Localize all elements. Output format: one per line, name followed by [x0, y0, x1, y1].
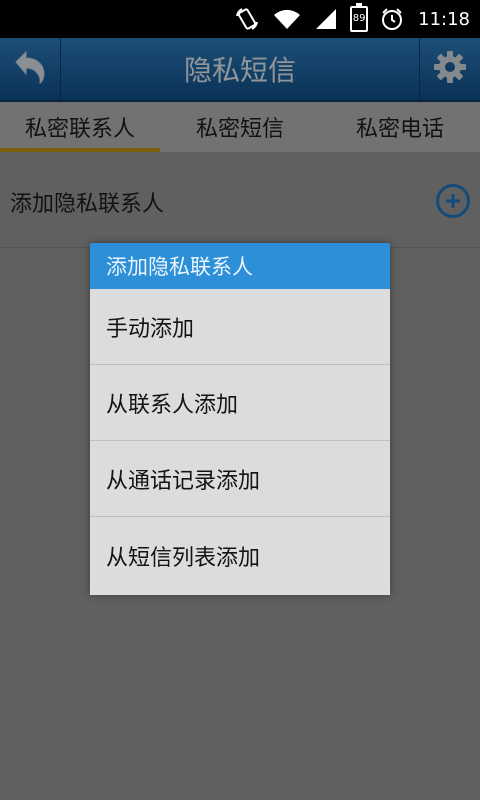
dialog-item-from-contacts[interactable]: 从联系人添加	[90, 365, 390, 441]
signal-icon	[314, 7, 338, 31]
status-bar: 89 11:18	[0, 0, 480, 38]
dialog-item-from-sms-list[interactable]: 从短信列表添加	[90, 517, 390, 595]
battery-level: 89	[352, 13, 366, 25]
dialog-item-manual-add[interactable]: 手动添加	[90, 289, 390, 365]
alarm-icon	[380, 7, 404, 31]
add-contact-dialog: 添加隐私联系人 手动添加 从联系人添加 从通话记录添加 从短信列表添加	[90, 243, 390, 595]
battery-icon: 89	[350, 3, 369, 32]
rotate-icon	[234, 6, 260, 32]
wifi-icon	[272, 7, 302, 31]
dialog-title: 添加隐私联系人	[90, 243, 390, 289]
status-time: 11:18	[418, 8, 470, 30]
dialog-item-from-call-log[interactable]: 从通话记录添加	[90, 441, 390, 517]
